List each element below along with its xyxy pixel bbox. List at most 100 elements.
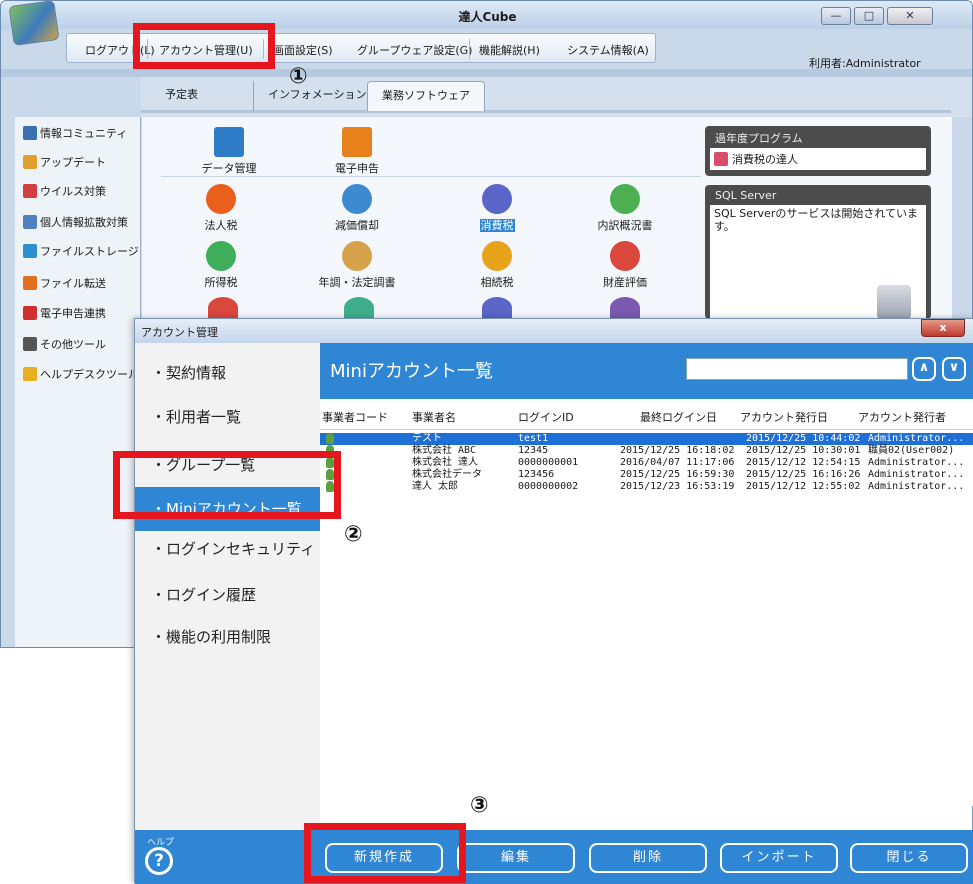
nav-login-security[interactable]: ・ログインセキュリティ xyxy=(135,527,320,571)
highlight-account-menu xyxy=(133,23,275,69)
maximize-button[interactable]: □ xyxy=(854,7,884,25)
menu-feature-help[interactable]: 機能解説(H) xyxy=(479,42,540,58)
helpdesk-icon xyxy=(23,367,37,381)
cell-issued: 2015/12/12 12:54:15 xyxy=(746,457,861,468)
menu-system-info[interactable]: システム情報(A) xyxy=(567,42,649,58)
table-row[interactable]: 株式会社 ABC 12345 2015/12/25 16:18:02 2015/… xyxy=(320,445,973,457)
sidebar-item-update[interactable]: アップデート xyxy=(23,152,106,172)
cell-issued: 2015/12/25 10:44:02 xyxy=(746,433,861,444)
tab-schedule[interactable]: 予定表 xyxy=(151,81,212,111)
minimize-button[interactable]: — xyxy=(821,7,851,25)
sidebar-item-file-transfer[interactable]: ファイル転送 xyxy=(23,273,106,293)
help-area: ヘルプ ? xyxy=(135,830,320,884)
cell-last-login: 2015/12/25 16:18:02 xyxy=(620,445,735,456)
app-corporate-tax[interactable]: 法人税 xyxy=(173,184,269,233)
app-logo-icon[interactable] xyxy=(8,1,60,47)
community-icon xyxy=(23,126,37,140)
chevron-up-icon[interactable]: ∧ xyxy=(912,357,936,381)
sidebar-item-file-storage[interactable]: ファイルストレージ xyxy=(23,241,139,261)
cell-issuer: Administrator... xyxy=(868,433,965,444)
column-header[interactable]: ログインID xyxy=(518,409,574,425)
depreciation-icon xyxy=(342,184,372,214)
nav-login-history[interactable]: ・ログイン履歴 xyxy=(135,573,320,617)
app-inheritance-tax[interactable]: 相続税 xyxy=(449,241,545,290)
cell-login-id: 123456 xyxy=(518,469,555,480)
dialog-close-button[interactable]: x xyxy=(921,319,965,337)
column-header[interactable]: 最終ログイン日 xyxy=(640,409,717,425)
chevron-down-icon[interactable]: ∨ xyxy=(942,357,966,381)
sidebar-item-label: 情報コミュニティ xyxy=(40,127,128,140)
close-dialog-button[interactable]: 閉じる xyxy=(850,843,968,873)
past-program-item[interactable]: 消費税の達人 xyxy=(710,148,926,170)
sidebar-item-efiling-link[interactable]: 電子申告連携 xyxy=(23,303,106,323)
tab-information[interactable]: インフォメーション xyxy=(253,81,380,111)
menu-display-settings[interactable]: 画面設定(S) xyxy=(273,42,333,58)
table-row[interactable]: テスト test1 2015/12/25 10:44:02 Administra… xyxy=(320,433,973,445)
close-button[interactable]: ✕ xyxy=(887,7,933,25)
search-input[interactable] xyxy=(686,358,908,380)
property-valuation-icon xyxy=(610,241,640,271)
sidebar-item-antivirus[interactable]: ウイルス対策 xyxy=(23,181,106,201)
app-label: 内訳概況書 xyxy=(597,219,653,232)
nav-feature-restrictions[interactable]: ・機能の利用制限 xyxy=(135,615,320,659)
column-header[interactable]: アカウント発行日 xyxy=(740,409,828,425)
sidebar-item-helpdesk[interactable]: ヘルプデスクツール xyxy=(23,364,139,384)
sidebar-item-info-community[interactable]: 情報コミュニティ xyxy=(23,123,127,143)
dialog-nav: ・契約情報 ・利用者一覧 ・グループ一覧 ・Miniアカウント一覧 ・ログインセ… xyxy=(135,343,320,884)
step-1-marker: ① xyxy=(289,64,308,89)
income-tax-icon xyxy=(206,241,236,271)
table-row[interactable]: 株式会社 達人 0000000001 2016/04/07 11:17:06 2… xyxy=(320,457,973,469)
app-consumption-tax[interactable]: 消費税 xyxy=(449,184,545,233)
cell-issuer: Administrator... xyxy=(868,457,965,468)
app-label: 消費税 xyxy=(479,219,515,232)
app-property-valuation[interactable]: 財産評価 xyxy=(577,241,673,290)
app-label: 法人税 xyxy=(204,219,238,232)
nav-contract-info[interactable]: ・契約情報 xyxy=(135,351,320,395)
cell-login-id: 12345 xyxy=(518,445,549,456)
app-data-management[interactable]: データ管理 xyxy=(181,127,277,176)
table-row[interactable]: 達人 太郎 0000000002 2015/12/23 16:53:19 201… xyxy=(320,481,973,493)
cell-name: 株式会社 ABC xyxy=(412,445,477,456)
app-income-tax[interactable]: 所得税 xyxy=(173,241,269,290)
sidebar-item-label: ファイルストレージ xyxy=(40,245,139,258)
app-efiling[interactable]: 電子申告 xyxy=(309,127,405,176)
cell-issuer: Administrator... xyxy=(868,481,965,492)
delete-button[interactable]: 削除 xyxy=(589,843,707,873)
tools-icon xyxy=(23,337,37,351)
past-programs-title: 過年度プログラム xyxy=(715,132,803,145)
cell-issued: 2015/12/12 12:55:02 xyxy=(746,481,861,492)
app-label: 財産評価 xyxy=(603,276,647,289)
import-button[interactable]: インポート xyxy=(720,843,838,873)
column-header[interactable]: 事業者コード xyxy=(322,409,388,425)
sidebar-item-privacy[interactable]: 個人情報拡散対策 xyxy=(23,212,128,232)
sidebar-item-label: ファイル転送 xyxy=(40,277,106,290)
edit-button[interactable]: 編集 xyxy=(457,843,575,873)
help-label: ヘルプ xyxy=(147,838,175,848)
year-end-adjustment-icon xyxy=(342,241,372,271)
table-row[interactable]: 株式会社データ 123456 2015/12/25 16:59:30 2015/… xyxy=(320,469,973,481)
menu-groupware-settings[interactable]: グループウェア設定(G) xyxy=(357,42,472,58)
page-title: Miniアカウント一覧 xyxy=(330,361,493,382)
cell-last-login: 2015/12/23 16:53:19 xyxy=(620,481,735,492)
transfer-icon xyxy=(23,276,37,290)
app-label: 所得税 xyxy=(204,276,238,289)
app-year-end-adjustment[interactable]: 年調・法定調書 xyxy=(309,241,405,290)
server-icon xyxy=(877,285,911,319)
list-header-bar: Miniアカウント一覧 ∧ ∨ xyxy=(320,343,973,399)
cell-login-id: 0000000002 xyxy=(518,481,579,492)
divider xyxy=(161,176,701,177)
column-header[interactable]: アカウント発行者 xyxy=(858,409,946,425)
app-depreciation[interactable]: 減価償却 xyxy=(309,184,405,233)
sidebar-item-other-tools[interactable]: その他ツール xyxy=(23,334,106,354)
column-header[interactable]: 事業者名 xyxy=(412,409,456,425)
sidebar-item-label: アップデート xyxy=(40,156,106,169)
cell-issued: 2015/12/25 16:16:26 xyxy=(746,469,861,480)
inheritance-tax-icon xyxy=(482,241,512,271)
content-divider xyxy=(1,69,972,77)
consumption-tax-icon xyxy=(482,184,512,214)
help-icon[interactable]: ? xyxy=(145,847,173,875)
tab-business-software[interactable]: 業務ソフトウェア xyxy=(367,81,485,111)
app-breakdown-report[interactable]: 内訳概況書 xyxy=(577,184,673,233)
app-label: 相続税 xyxy=(480,276,514,289)
nav-user-list[interactable]: ・利用者一覧 xyxy=(135,395,320,439)
